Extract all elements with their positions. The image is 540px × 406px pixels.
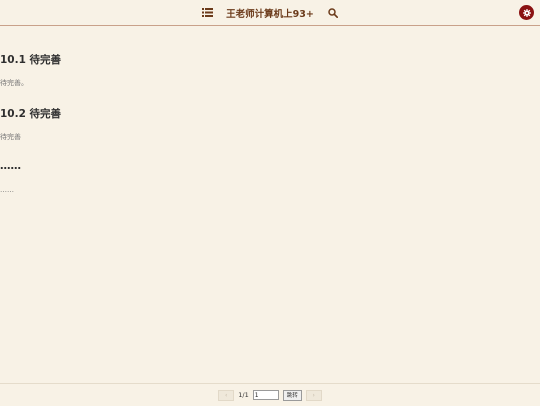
list-icon[interactable] bbox=[200, 6, 214, 20]
jump-button[interactable]: 跳转 bbox=[282, 389, 302, 401]
search-icon[interactable] bbox=[326, 6, 340, 20]
chapter-content: 10.1 待完善 待完善。 10.2 待完善 待完善 …… …… bbox=[0, 26, 540, 383]
pager-bar: ‹ 1/1 跳转 › bbox=[0, 383, 540, 406]
top-bar-center: 王老师计算机上93+ bbox=[0, 0, 540, 25]
section-heading: 10.2 待完善 bbox=[0, 108, 62, 120]
section-text: …… bbox=[0, 186, 14, 194]
page-indicator: 1/1 bbox=[238, 391, 249, 399]
section-text: 待完善 bbox=[0, 133, 21, 141]
settings-button[interactable] bbox=[519, 5, 534, 20]
section-heading: 10.1 待完善 bbox=[0, 54, 62, 66]
prev-page-button[interactable]: ‹ bbox=[218, 389, 235, 401]
page-number-input[interactable] bbox=[252, 390, 279, 400]
chevron-right-icon: › bbox=[312, 391, 315, 399]
next-page-button[interactable]: › bbox=[305, 389, 322, 401]
book-title[interactable]: 王老师计算机上93+ bbox=[226, 6, 314, 20]
top-bar: 王老师计算机上93+ bbox=[0, 0, 540, 26]
gear-icon bbox=[522, 8, 531, 17]
section-text: 待完善。 bbox=[0, 79, 28, 87]
chevron-left-icon: ‹ bbox=[225, 391, 228, 399]
section-heading: …… bbox=[0, 160, 21, 172]
